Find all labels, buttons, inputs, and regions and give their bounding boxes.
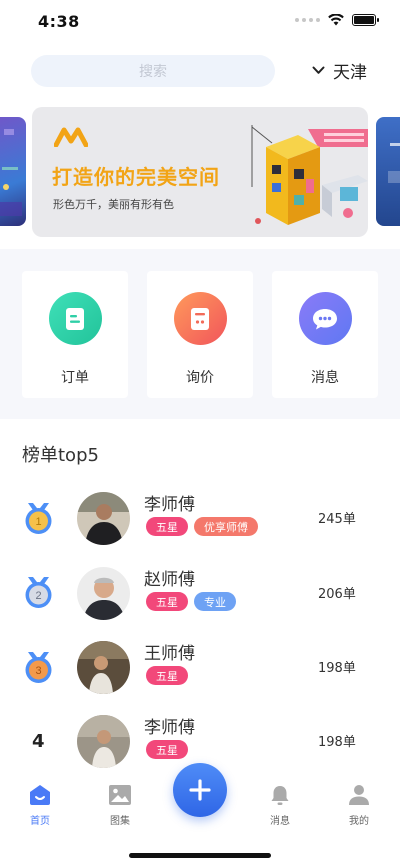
search-input[interactable]: 搜索 [31, 55, 275, 87]
ranking-title: 榜单top5 [22, 445, 99, 466]
status-icons [295, 14, 379, 26]
avatar[interactable] [77, 492, 130, 545]
plus-icon [189, 779, 211, 801]
order-count: 198单 [318, 735, 356, 750]
message-button[interactable]: 消息 [272, 271, 378, 398]
inquiry-icon [173, 292, 227, 345]
message-icon [298, 292, 352, 345]
worker-name: 李师傅 [144, 718, 195, 738]
five-star-badge: 五星 [146, 666, 188, 685]
status-time: 4:38 [38, 12, 80, 31]
cellular-signal-icon [295, 18, 320, 22]
brand-logo-icon [54, 127, 88, 147]
tab-messages-label: 消息 [270, 816, 290, 827]
order-button[interactable]: 订单 [22, 271, 128, 398]
profile-icon [349, 785, 369, 805]
tag-group: 五星 [146, 666, 188, 685]
five-star-badge: 五星 [146, 592, 188, 611]
status-bar: 4:38 [0, 0, 400, 44]
bell-icon [271, 786, 289, 805]
chevron-down-icon [312, 66, 325, 74]
svg-text:1: 1 [35, 516, 41, 528]
order-count: 245单 [318, 512, 356, 527]
inquiry-label: 询价 [186, 370, 214, 386]
order-icon [48, 292, 102, 345]
banner-next-slide[interactable] [376, 117, 400, 226]
ranking-row[interactable]: 2 赵师傅 五星 专业 206单 [0, 565, 400, 625]
search-placeholder: 搜索 [139, 64, 167, 80]
professional-badge: 专业 [194, 592, 236, 611]
tag-group: 五星 优享师傅 [146, 517, 258, 536]
premium-badge: 优享师傅 [194, 517, 258, 536]
svg-text:3: 3 [35, 665, 41, 677]
battery-icon [352, 14, 379, 26]
five-star-badge: 五星 [146, 517, 188, 536]
silver-medal-icon: 2 [25, 577, 52, 608]
banner-next-art [388, 143, 400, 183]
gallery-icon [109, 785, 131, 805]
order-count: 198单 [318, 661, 356, 676]
building-illustration [251, 125, 368, 225]
tab-messages[interactable]: 消息 [255, 784, 305, 827]
home-icon [30, 785, 50, 805]
tab-profile[interactable]: 我的 [334, 784, 384, 827]
banner-title: 打造你的完美空间 [52, 165, 220, 189]
tab-home[interactable]: 首页 [15, 784, 65, 827]
order-label: 订单 [61, 370, 89, 386]
tab-gallery[interactable]: 图集 [95, 784, 145, 827]
banner-prev-slide[interactable] [0, 117, 26, 226]
banner-subtitle: 形色万千，美丽有形有色 [53, 198, 174, 211]
tab-home-label: 首页 [30, 816, 50, 827]
tag-group: 五星 专业 [146, 592, 236, 611]
tag-group: 五星 [146, 740, 188, 759]
ranking-row[interactable]: 3 王师傅 五星 198单 [0, 639, 400, 699]
city-label: 天津 [333, 63, 367, 83]
rank-number: 4 [32, 731, 45, 752]
five-star-badge: 五星 [146, 740, 188, 759]
home-indicator [129, 853, 271, 858]
gold-medal-icon: 1 [25, 503, 52, 534]
avatar[interactable] [77, 641, 130, 694]
tab-gallery-label: 图集 [110, 816, 130, 827]
message-label: 消息 [311, 370, 339, 386]
banner-prev-art [0, 129, 22, 216]
inquiry-button[interactable]: 询价 [147, 271, 253, 398]
avatar[interactable] [77, 567, 130, 620]
tab-profile-label: 我的 [349, 816, 369, 827]
worker-name: 王师傅 [144, 644, 195, 664]
add-button[interactable] [173, 763, 227, 817]
worker-name: 赵师傅 [144, 570, 195, 590]
bronze-medal-icon: 3 [25, 652, 52, 683]
banner-slide[interactable]: 打造你的完美空间 形色万千，美丽有形有色 [32, 107, 368, 237]
wifi-icon [328, 14, 344, 26]
order-count: 206单 [318, 587, 356, 602]
avatar[interactable] [77, 715, 130, 768]
ranking-row[interactable]: 1 李师傅 五星 优享师傅 245单 [0, 490, 400, 550]
svg-text:2: 2 [35, 590, 41, 602]
city-selector[interactable]: 天津 [312, 58, 367, 83]
worker-name: 李师傅 [144, 495, 195, 515]
